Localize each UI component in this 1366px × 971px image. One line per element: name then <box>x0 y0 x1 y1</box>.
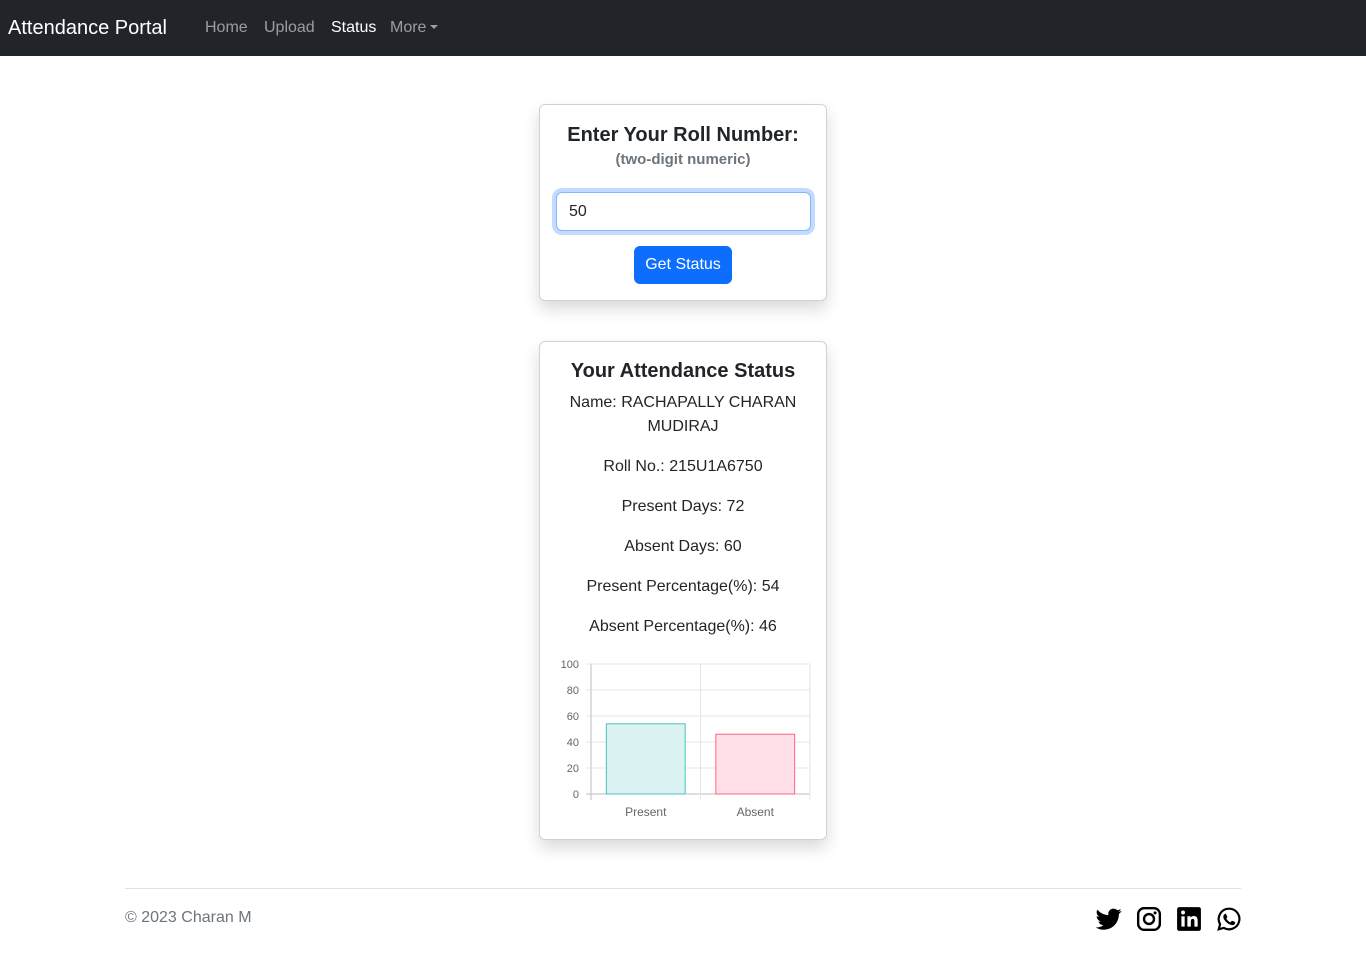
roll-form-subtitle: (two-digit numeric) <box>615 151 751 168</box>
present-percentage-text: Present Percentage(%): 54 <box>586 578 780 595</box>
absent-days-text: Absent Days: 60 <box>624 538 742 555</box>
get-status-button[interactable]: Get Status <box>634 246 732 284</box>
attendance-bar-chart: 0 20 40 60 80 100 Present Absent <box>561 659 811 819</box>
linkedin-icon[interactable] <box>1176 906 1202 932</box>
student-name-line2: MUDIRAJ <box>647 418 719 435</box>
twitter-icon[interactable] <box>1096 906 1122 932</box>
x-tick-label: Present <box>625 805 667 819</box>
status-title: Your Attendance Status <box>570 360 796 382</box>
y-tick-label: 60 <box>567 711 579 723</box>
y-tick-label: 40 <box>567 737 579 749</box>
nav-link-home[interactable]: Home <box>205 18 248 38</box>
y-tick-label: 0 <box>573 789 579 801</box>
caret-down-icon <box>430 25 439 29</box>
roll-no-text: Roll No.: 215U1A6750 <box>603 458 763 475</box>
x-tick-label: Absent <box>737 805 775 819</box>
roll-form-title: Enter Your Roll Number: <box>567 124 799 146</box>
top-navbar: Attendance Portal Home Upload Status Mor… <box>0 0 1366 56</box>
footer-copyright: © 2023 Charan M <box>125 909 252 926</box>
present-days-text: Present Days: 72 <box>621 498 745 515</box>
bar-present <box>605 723 686 795</box>
student-name-line1: Name: RACHAPALLY CHARAN <box>569 394 797 411</box>
y-tick-label: 80 <box>567 685 579 697</box>
nav-dropdown-more-label: More <box>390 19 427 36</box>
y-tick-label: 100 <box>561 659 579 671</box>
nav-dropdown-more[interactable]: More <box>390 18 439 38</box>
roll-number-card: Enter Your Roll Number: (two-digit numer… <box>539 104 827 301</box>
roll-number-input[interactable] <box>556 192 811 231</box>
bar-absent <box>715 733 796 795</box>
absent-percentage-text: Absent Percentage(%): 46 <box>589 618 777 635</box>
instagram-icon[interactable] <box>1136 906 1162 932</box>
attendance-status-card: Your Attendance Status Name: RACHAPALLY … <box>539 341 827 840</box>
nav-link-status[interactable]: Status <box>331 18 376 38</box>
y-tick-label: 20 <box>567 763 579 775</box>
footer-divider <box>125 888 1241 889</box>
whatsapp-icon[interactable] <box>1216 906 1242 932</box>
nav-link-upload[interactable]: Upload <box>264 18 315 38</box>
navbar-brand[interactable]: Attendance Portal <box>8 15 167 41</box>
